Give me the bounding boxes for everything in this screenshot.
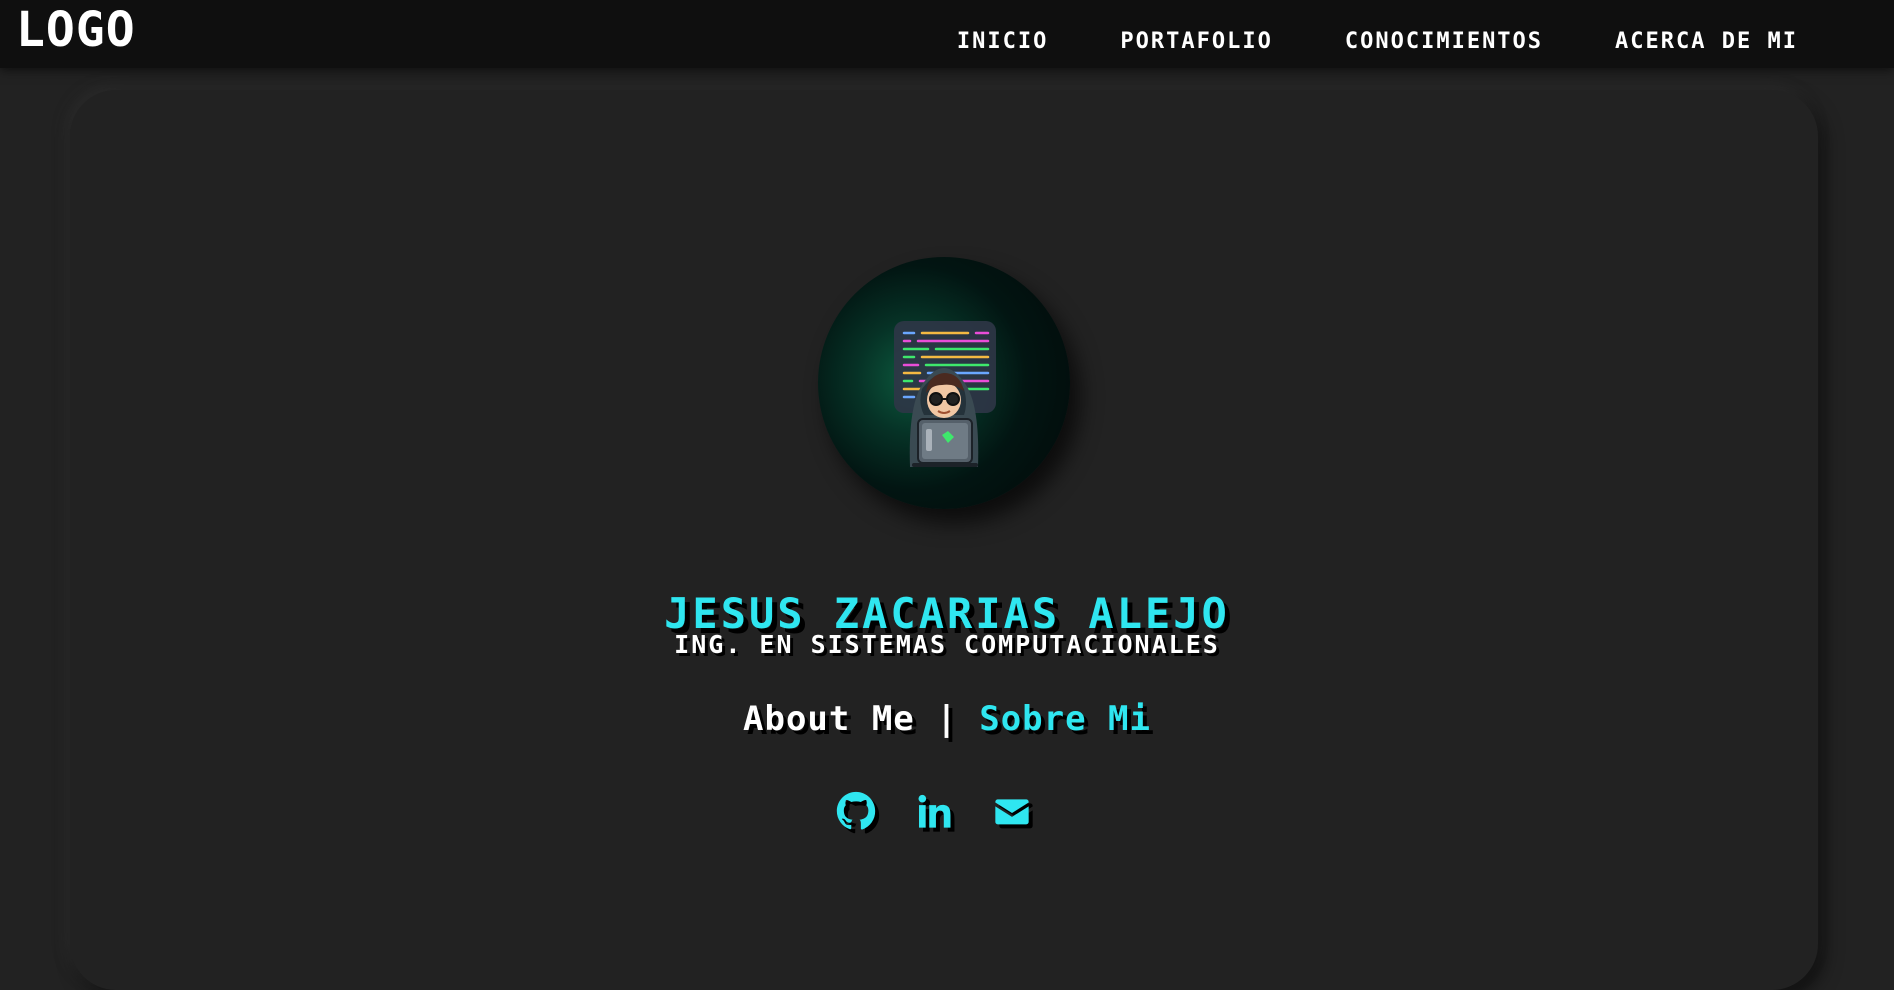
main-nav: INICIO PORTAFOLIO CONOCIMIENTOS ACERCA D… — [957, 22, 1798, 62]
linkedin-icon[interactable] — [914, 790, 954, 832]
github-icon[interactable] — [836, 790, 876, 832]
hacker-illustration — [894, 321, 996, 467]
email-link[interactable] — [992, 790, 1032, 832]
social-links — [836, 790, 1032, 832]
profile-subtitle: ING. EN SISTEMAS COMPUTACIONALES — [674, 630, 1220, 659]
logo[interactable]: LOGO — [16, 2, 136, 58]
nav-link-inicio[interactable]: INICIO — [957, 22, 1048, 62]
linkedin-link[interactable] — [914, 790, 954, 832]
envelope-icon[interactable] — [992, 790, 1032, 832]
nav-link-conocimientos[interactable]: CONOCIMIENTOS — [1345, 22, 1543, 62]
github-link[interactable] — [836, 790, 876, 832]
about-heading: About Me | Sobre Mi — [0, 696, 1894, 742]
navbar: LOGO INICIO PORTAFOLIO CONOCIMIENTOS ACE… — [0, 0, 1894, 68]
profile-card — [70, 90, 1818, 990]
nav-link-portafolio[interactable]: PORTAFOLIO — [1120, 22, 1272, 62]
profile-avatar — [818, 257, 1070, 509]
about-separator: | — [936, 699, 958, 739]
about-en: About Me — [743, 699, 915, 739]
nav-link-acerca-de-mi[interactable]: ACERCA DE MI — [1615, 22, 1798, 62]
about-es: Sobre Mi — [979, 699, 1151, 739]
